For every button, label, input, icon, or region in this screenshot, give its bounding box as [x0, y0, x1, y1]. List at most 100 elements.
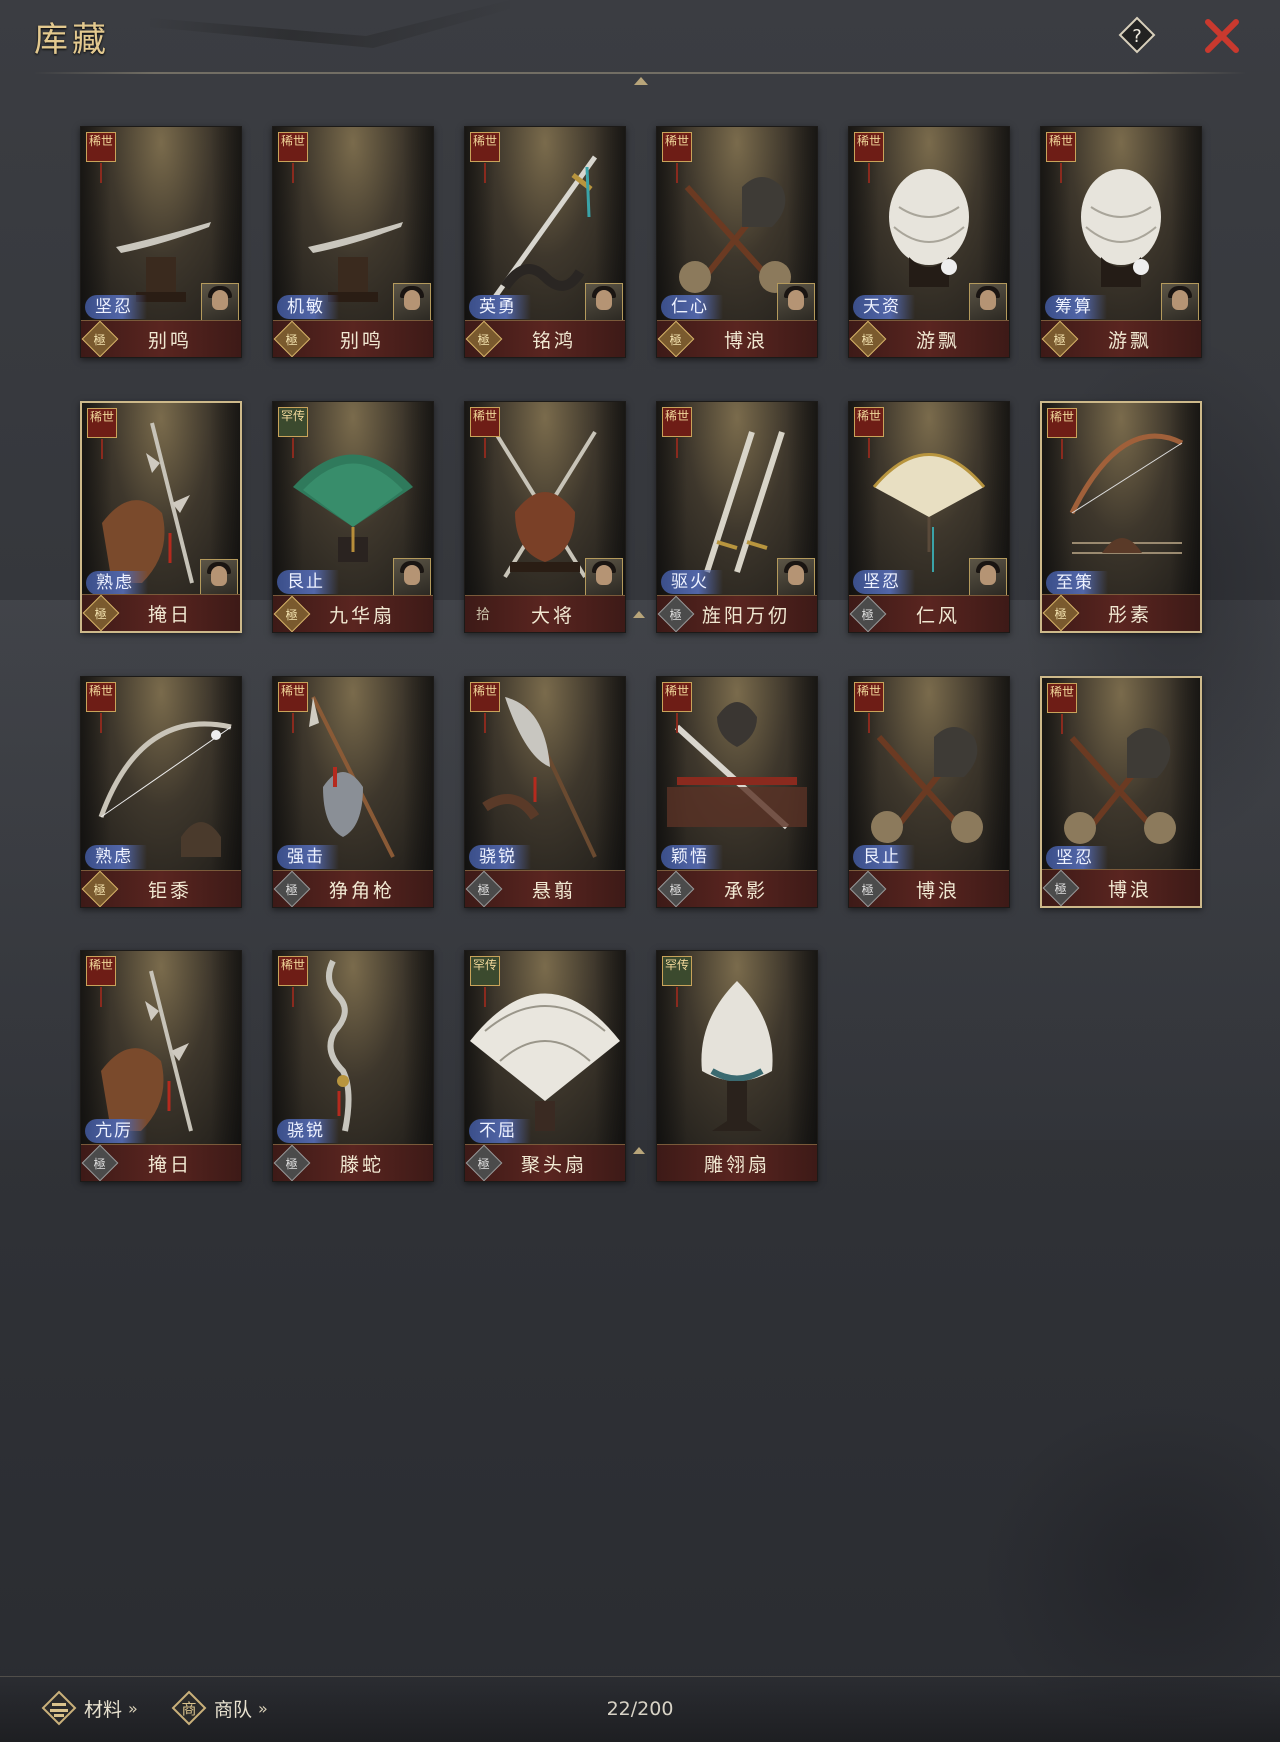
tassel-decoration: [868, 438, 870, 458]
rarity-badge: 稀世: [662, 407, 692, 437]
treasure-name: 掩日: [147, 603, 192, 626]
treasure-card[interactable]: 稀世 天资極 游飘: [848, 126, 1010, 358]
footer-divider: [0, 1676, 1280, 1677]
tassel-decoration: [100, 987, 102, 1007]
treasure-name: 滕蛇: [339, 1153, 384, 1176]
equipped-hero-avatar[interactable]: [201, 283, 239, 321]
treasure-card[interactable]: 稀世 机敏極 别鸣: [272, 126, 434, 358]
quality-label: 極: [477, 1156, 491, 1171]
rarity-badge: 罕传: [278, 407, 308, 437]
rarity-badge: 稀世: [278, 956, 308, 986]
equipped-hero-avatar[interactable]: [777, 558, 815, 596]
header-divider: [34, 72, 1246, 74]
treasure-name: 钜黍: [147, 879, 192, 902]
treasure-card[interactable]: 稀世 英勇極 铭鸿: [464, 126, 626, 358]
treasure-name: 掩日: [147, 1153, 192, 1176]
quality-label: 極: [285, 882, 299, 897]
quality-label: 極: [669, 607, 683, 622]
quality-label: 極: [669, 332, 683, 347]
treasure-name: 铭鸿: [531, 329, 576, 352]
capacity-counter: 22/200: [606, 1698, 674, 1720]
treasure-name-bar: 極 别鸣: [81, 320, 241, 357]
treasure-name-bar: 極 博浪: [849, 870, 1009, 907]
rarity-badge: 罕传: [470, 956, 500, 986]
treasure-name-bar: 極 承影: [657, 870, 817, 907]
quality-label: 極: [1053, 332, 1067, 347]
quality-label: 極: [1054, 881, 1068, 896]
close-button[interactable]: [1200, 14, 1244, 58]
treasure-card[interactable]: 稀世 骁锐極 滕蛇: [272, 950, 434, 1182]
treasure-card[interactable]: 稀世 颖悟極 承影: [656, 676, 818, 908]
skill-tag: 天资: [853, 295, 915, 319]
treasure-card[interactable]: 稀世 驱火極 旌阳万仞: [656, 401, 818, 633]
treasure-name-bar: 極 狰角枪: [273, 870, 433, 907]
treasure-name-bar: 雕翎扇: [657, 1144, 817, 1181]
skill-tag: 熟虑: [85, 845, 147, 869]
skill-tag: 颖悟: [661, 845, 723, 869]
treasure-name-bar: 極 悬翦: [465, 870, 625, 907]
treasure-name: 狰角枪: [328, 879, 395, 902]
treasure-card[interactable]: 稀世 强击極 狰角枪: [272, 676, 434, 908]
treasure-name: 别鸣: [147, 329, 192, 352]
equipped-hero-avatar[interactable]: [969, 558, 1007, 596]
scroll-up-icon[interactable]: [634, 77, 648, 85]
equipped-hero-avatar[interactable]: [585, 558, 623, 596]
tassel-decoration: [101, 439, 103, 459]
treasure-card[interactable]: 稀世 骁锐極 悬翦: [464, 676, 626, 908]
treasure-card[interactable]: 稀世 坚忍極 博浪: [1040, 676, 1202, 908]
treasure-card[interactable]: 罕传 不屈極 聚头扇: [464, 950, 626, 1182]
equipped-hero-avatar[interactable]: [1161, 283, 1199, 321]
tassel-decoration: [676, 987, 678, 1007]
quality-label: 極: [669, 882, 683, 897]
rarity-badge: 稀世: [87, 408, 117, 438]
treasure-card[interactable]: 稀世 熟虑極 掩日: [80, 401, 242, 633]
treasure-name-bar: 極 掩日: [82, 594, 240, 631]
treasure-card[interactable]: 稀世坚忍極 别鸣: [80, 126, 242, 358]
treasure-name: 仁风: [915, 604, 960, 627]
equipped-hero-avatar[interactable]: [393, 283, 431, 321]
skill-tag: 坚忍: [85, 295, 147, 319]
equipped-hero-avatar[interactable]: [585, 283, 623, 321]
skill-tag: 艮止: [853, 845, 915, 869]
skill-tag: 仁心: [661, 295, 723, 319]
rarity-badge: 稀世: [86, 132, 116, 162]
treasure-card[interactable]: 稀世 坚忍極 仁风: [848, 401, 1010, 633]
svg-text:?: ?: [1132, 26, 1142, 47]
treasure-card[interactable]: 稀世艮止極 博浪: [848, 676, 1010, 908]
treasure-name: 彤素: [1107, 603, 1152, 626]
treasure-card[interactable]: 稀世 筹算極 游飘: [1040, 126, 1202, 358]
tassel-decoration: [1060, 163, 1062, 183]
close-icon: [1205, 19, 1239, 53]
tassel-decoration: [484, 713, 486, 733]
treasure-name: 聚头扇: [520, 1153, 587, 1176]
treasure-card[interactable]: 稀世 仁心極 博浪: [656, 126, 818, 358]
tassel-decoration: [484, 163, 486, 183]
tassel-decoration: [292, 987, 294, 1007]
treasure-card[interactable]: 稀世 熟虑極 钜黍: [80, 676, 242, 908]
rarity-badge: 稀世: [1047, 683, 1077, 713]
equipped-hero-avatar[interactable]: [200, 559, 238, 597]
treasure-name-bar: 極 九华扇: [273, 595, 433, 632]
treasure-card[interactable]: 罕传 雕翎扇: [656, 950, 818, 1182]
help-button[interactable]: ?: [1118, 16, 1156, 54]
treasure-card[interactable]: 稀世 至策極 彤素: [1040, 401, 1202, 633]
equipped-hero-avatar[interactable]: [393, 558, 431, 596]
rarity-badge: 稀世: [470, 132, 500, 162]
quality-label: 極: [861, 607, 875, 622]
quality-label: 極: [93, 332, 107, 347]
quality-label: 極: [93, 882, 107, 897]
rarity-badge: 稀世: [854, 682, 884, 712]
treasure-card[interactable]: 罕传 艮止極 九华扇: [272, 401, 434, 633]
skill-tag: 筹算: [1045, 295, 1107, 319]
equipped-hero-avatar[interactable]: [777, 283, 815, 321]
quality-label: 極: [285, 607, 299, 622]
treasure-card[interactable]: 稀世拾 大将: [464, 401, 626, 633]
equipped-hero-avatar[interactable]: [969, 283, 1007, 321]
quality-label: 極: [93, 1156, 107, 1171]
quality-label: 極: [861, 882, 875, 897]
treasure-name-bar: 極 仁风: [849, 595, 1009, 632]
treasure-card[interactable]: 稀世 亢厉極 掩日: [80, 950, 242, 1182]
treasure-name: 游飘: [915, 329, 960, 352]
tassel-decoration: [292, 713, 294, 733]
tassel-decoration: [484, 987, 486, 1007]
